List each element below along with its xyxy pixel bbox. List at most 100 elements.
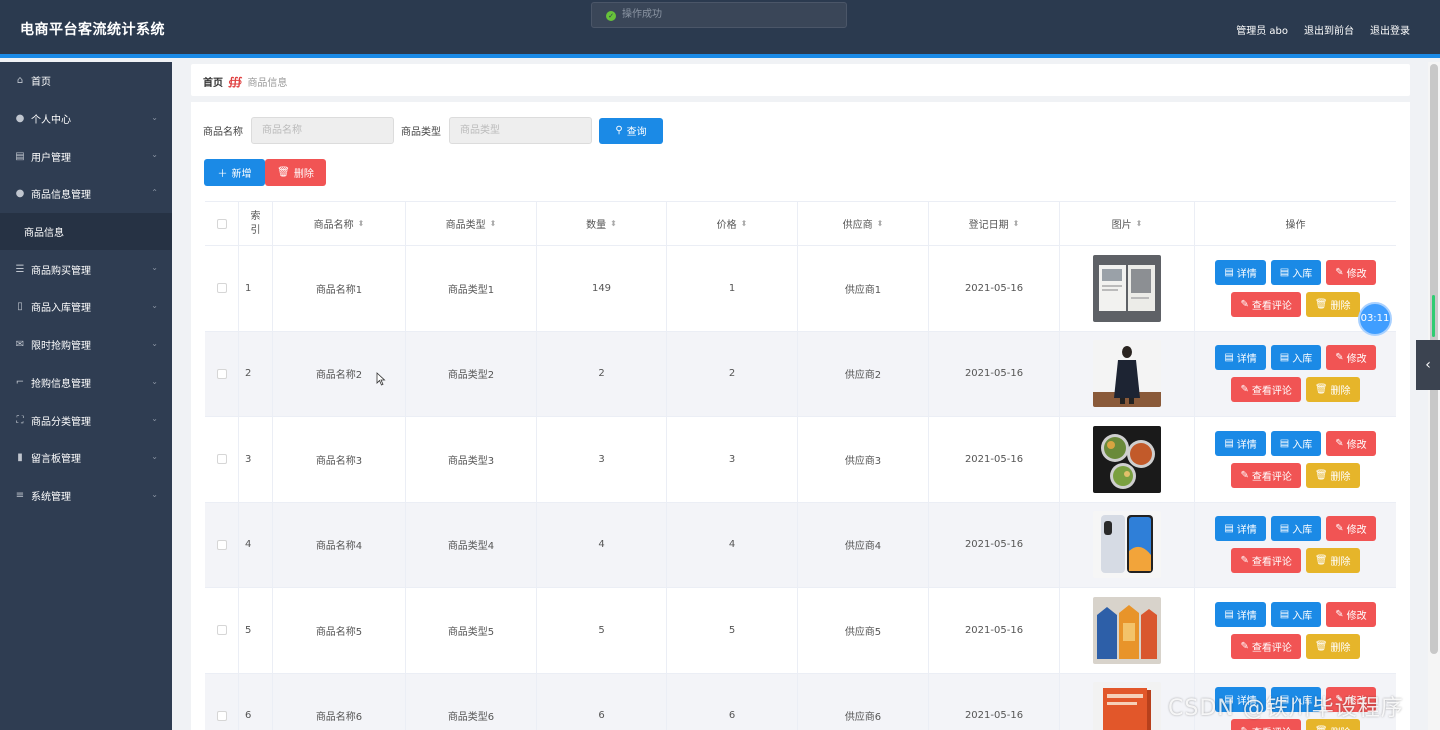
type-search-label: 商品类型 xyxy=(401,127,441,138)
product-image-food[interactable] xyxy=(1093,425,1161,493)
stock-in-button[interactable]: ▤ 入库 xyxy=(1270,345,1322,371)
header-name[interactable]: 商品名称 ⬍ xyxy=(273,202,406,245)
delete-row-button[interactable]: 🗑删除 xyxy=(1305,548,1360,574)
stock-in-button[interactable]: ▤ 入库 xyxy=(1270,259,1322,285)
chevron-down-icon: ⌄ xyxy=(151,414,158,424)
view-reviews-button[interactable]: ✎查看评论 xyxy=(1231,462,1301,488)
ops-line: ✎查看评论 🗑删除 xyxy=(1231,291,1360,317)
add-button[interactable]: ＋新增 xyxy=(204,159,265,186)
search-button[interactable]: ⚲ 查询 xyxy=(599,117,663,144)
batch-delete-button[interactable]: 🗑 删除 xyxy=(265,159,326,186)
header-index: 索引 xyxy=(239,202,273,245)
view-reviews-button[interactable]: ✎查看评论 xyxy=(1231,633,1301,659)
recording-timer-badge[interactable]: 03:11 xyxy=(1358,302,1392,336)
button-label: 详情 xyxy=(1236,268,1257,280)
detail-button[interactable]: ▤ 详情 xyxy=(1215,345,1266,371)
sidebar-item-product-info-management[interactable]: ● 商品信息管理 ⌃ xyxy=(0,175,172,213)
row-checkbox[interactable] xyxy=(216,368,227,379)
sidebar-item-flash-sale-management[interactable]: ✉ 限时抢购管理 ⌄ xyxy=(0,326,172,364)
product-image-book[interactable] xyxy=(1093,682,1161,730)
ops-line: ✎查看评论 🗑删除 xyxy=(1231,462,1360,488)
detail-button[interactable]: ▤ 详情 xyxy=(1215,516,1266,542)
sidebar-item-user-management[interactable]: ▤ 用户管理 ⌄ xyxy=(0,137,172,175)
check-icon: ✓ xyxy=(606,11,616,21)
cell-price: 5 xyxy=(667,588,798,673)
row-checkbox[interactable] xyxy=(216,539,227,550)
sidebar-item-rush-info-management[interactable]: ⌐ 抢购信息管理 ⌄ xyxy=(0,364,172,402)
doc-icon: ▤ xyxy=(1279,437,1290,449)
product-image-cartons[interactable] xyxy=(1093,596,1161,664)
header-price[interactable]: 价格 ⬍ xyxy=(667,202,798,245)
detail-button[interactable]: ▤ 详情 xyxy=(1215,259,1266,285)
cell-price: 3 xyxy=(667,417,798,502)
select-all-checkbox[interactable] xyxy=(216,218,227,229)
product-image-magazine[interactable] xyxy=(1093,254,1161,322)
view-reviews-button[interactable]: ✎查看评论 xyxy=(1231,548,1301,574)
home-icon: ⌂ xyxy=(16,75,24,87)
stock-in-button[interactable]: ▤ 入库 xyxy=(1270,430,1322,456)
stock-in-button[interactable]: ▤ 入库 xyxy=(1270,687,1322,713)
product-image-coat[interactable] xyxy=(1093,340,1161,408)
sidebar-item-stock-management[interactable]: ▯ 商品入库管理 ⌄ xyxy=(0,288,172,326)
chevron-up-icon: ⌃ xyxy=(151,188,158,198)
name-search-label: 商品名称 xyxy=(203,127,243,138)
stock-in-button[interactable]: ▤ 入库 xyxy=(1270,516,1322,542)
ops-line: ▤ 详情 ▤ 入库 ✎ 修改 xyxy=(1215,516,1376,542)
header-image[interactable]: 图片 ⬍ xyxy=(1060,202,1195,245)
header-qty[interactable]: 数量 ⬍ xyxy=(537,202,667,245)
sidebar-subitem-product-info[interactable]: 商品信息 xyxy=(0,212,172,251)
page-scrollbar[interactable] xyxy=(1428,62,1440,730)
admin-user-label[interactable]: 管理员 abo xyxy=(1236,22,1288,37)
edit-button[interactable]: ✎ 修改 xyxy=(1326,430,1376,456)
sidebar-item-purchase-management[interactable]: ☰ 商品购买管理 ⌄ xyxy=(0,250,172,288)
edit-button[interactable]: ✎ 修改 xyxy=(1326,687,1376,713)
breadcrumb-home[interactable]: 首页 xyxy=(203,74,223,89)
cell-index: 2 xyxy=(239,331,273,416)
cell-supplier: 供应商5 xyxy=(798,588,929,673)
edit-button[interactable]: ✎ 修改 xyxy=(1326,601,1376,627)
row-checkbox[interactable] xyxy=(216,625,227,636)
edit-button[interactable]: ✎ 修改 xyxy=(1326,259,1376,285)
main-panel: 商品名称 商品类型 ⚲查询 ＋新增 🗑删除 索引 商品名称⬍ 商品类型⬍ 数量⬍… xyxy=(191,102,1410,730)
edit-button[interactable]: ✎ 修改 xyxy=(1326,345,1376,371)
delete-button-label: 删除 xyxy=(293,169,314,180)
cell-index: 3 xyxy=(239,417,273,502)
delete-row-button[interactable]: 🗑删除 xyxy=(1305,633,1360,659)
type-search-input[interactable] xyxy=(449,117,592,144)
edit-button[interactable]: ✎ 修改 xyxy=(1326,516,1376,542)
sidebar-item-home[interactable]: ⌂ 首页 xyxy=(0,62,172,100)
doc-icon: ▤ xyxy=(1279,608,1290,620)
header-supplier[interactable]: 供应商 ⬍ xyxy=(798,202,929,245)
mail-icon: ✉ xyxy=(15,339,25,351)
delete-row-button[interactable]: 🗑删除 xyxy=(1305,377,1360,403)
collapse-panel-button[interactable]: ‹ xyxy=(1416,340,1440,390)
sidebar-item-personal-center[interactable]: ● 个人中心 ⌄ xyxy=(0,100,172,138)
detail-button[interactable]: ▤ 详情 xyxy=(1215,687,1266,713)
add-button-label: 新增 xyxy=(231,169,252,180)
delete-row-button[interactable]: 🗑删除 xyxy=(1305,462,1360,488)
row-checkbox[interactable] xyxy=(216,454,227,465)
detail-button[interactable]: ▤ 详情 xyxy=(1215,601,1266,627)
exit-to-front-link[interactable]: 退出到前台 xyxy=(1304,22,1354,37)
row-checkbox[interactable] xyxy=(216,283,227,294)
logout-link[interactable]: 退出登录 xyxy=(1370,22,1410,37)
delete-row-button[interactable]: 🗑删除 xyxy=(1305,291,1360,317)
delete-row-button[interactable]: 🗑删除 xyxy=(1305,719,1360,730)
name-search-input[interactable] xyxy=(251,117,394,144)
detail-button[interactable]: ▤ 详情 xyxy=(1215,430,1266,456)
row-checkbox[interactable] xyxy=(216,710,227,721)
sidebar-item-category-management[interactable]: ⛶ 商品分类管理 ⌄ xyxy=(0,401,172,439)
cell-qty: 6 xyxy=(537,673,667,730)
view-reviews-button[interactable]: ✎查看评论 xyxy=(1231,291,1301,317)
search-bar: 商品名称 商品类型 ⚲查询 xyxy=(203,117,663,144)
view-reviews-button[interactable]: ✎查看评论 xyxy=(1231,719,1301,730)
product-image-phone[interactable] xyxy=(1093,511,1161,579)
sidebar-item-message-board[interactable]: ▮ 留言板管理 ⌄ xyxy=(0,439,172,477)
view-reviews-button[interactable]: ✎查看评论 xyxy=(1231,377,1301,403)
stock-in-button[interactable]: ▤ 入库 xyxy=(1270,601,1322,627)
header-type[interactable]: 商品类型 ⬍ xyxy=(406,202,537,245)
header-date[interactable]: 登记日期 ⬍ xyxy=(929,202,1060,245)
edit-icon: ✎ xyxy=(1240,555,1249,567)
sidebar-item-system-management[interactable]: ≡ 系统管理 ⌄ xyxy=(0,477,172,515)
button-label: 修改 xyxy=(1346,354,1367,366)
